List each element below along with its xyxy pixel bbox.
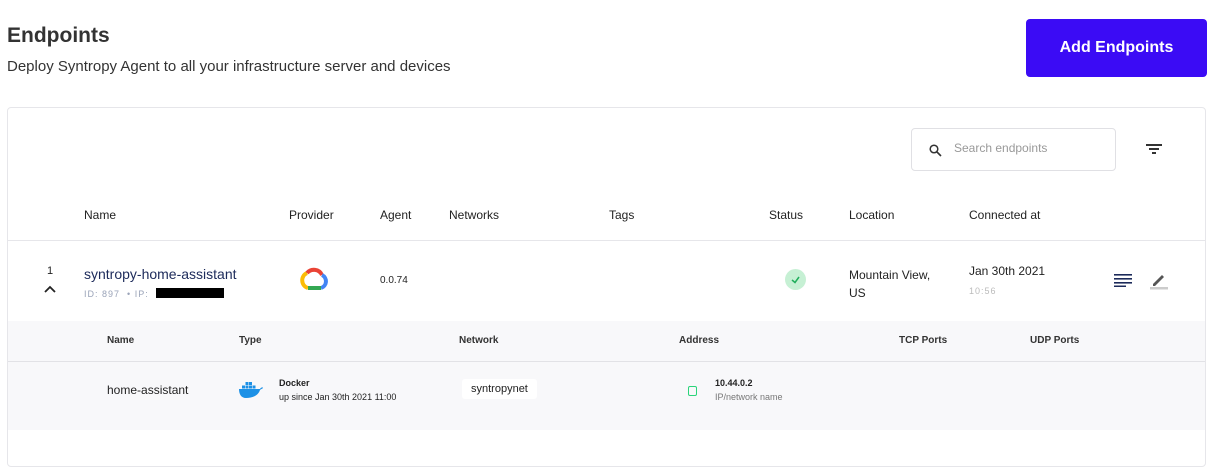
endpoint-ip-label: IP: [134, 289, 149, 299]
location-country: US [849, 286, 866, 300]
redacted-ip [156, 288, 224, 298]
docker-icon [239, 382, 263, 398]
search-input[interactable] [954, 141, 1104, 155]
agent-version: 0.0.74 [380, 275, 408, 286]
col-provider[interactable]: Provider [289, 208, 334, 222]
page-subtitle: Deploy Syntropy Agent to all your infras… [7, 58, 451, 75]
service-address-label: IP/network name [715, 392, 783, 402]
endpoint-name[interactable]: syntropy-home-assistant [84, 266, 237, 282]
col-location[interactable]: Location [849, 208, 894, 222]
svc-col-network: Network [459, 335, 499, 346]
svc-col-udp-ports: UDP Ports [1030, 335, 1080, 346]
page-title: Endpoints [7, 24, 110, 47]
svc-col-address: Address [679, 335, 720, 346]
endpoint-id: ID: 897 [84, 289, 121, 299]
status-badge [785, 269, 806, 290]
service-address: 10.44.0.2 [715, 378, 753, 388]
services-panel [8, 321, 1205, 430]
google-cloud-icon [300, 267, 328, 290]
col-agent[interactable]: Agent [380, 208, 411, 222]
check-icon [791, 276, 800, 284]
logs-icon[interactable] [1114, 274, 1132, 287]
svc-col-name: Name [107, 335, 135, 346]
service-uptime: up since Jan 30th 2021 11:00 [279, 392, 397, 402]
network-tag[interactable]: syntropynet [462, 379, 537, 399]
connected-time: 10:56 [969, 286, 997, 296]
filter-icon[interactable] [1146, 143, 1162, 155]
col-tags[interactable]: Tags [609, 208, 634, 222]
add-endpoints-button[interactable]: Add Endpoints [1026, 19, 1207, 77]
col-networks[interactable]: Networks [449, 208, 499, 222]
divider [8, 240, 1205, 241]
search-icon [929, 144, 942, 157]
address-checkbox[interactable] [688, 386, 697, 396]
col-connected-at[interactable]: Connected at [969, 208, 1040, 222]
service-type: Docker [279, 378, 310, 388]
divider [8, 361, 1205, 362]
svc-col-type: Type [239, 335, 262, 346]
col-name[interactable]: Name [84, 208, 116, 222]
chevron-up-icon[interactable] [44, 285, 56, 293]
row-index: 1 [47, 265, 54, 277]
location-city: Mountain View, [849, 268, 931, 282]
svc-col-tcp-ports: TCP Ports [899, 335, 948, 346]
col-status[interactable]: Status [769, 208, 803, 222]
service-name: home-assistant [107, 383, 189, 397]
edit-icon[interactable] [1150, 271, 1168, 290]
search-box[interactable] [911, 128, 1116, 171]
connected-date: Jan 30th 2021 [969, 264, 1046, 278]
